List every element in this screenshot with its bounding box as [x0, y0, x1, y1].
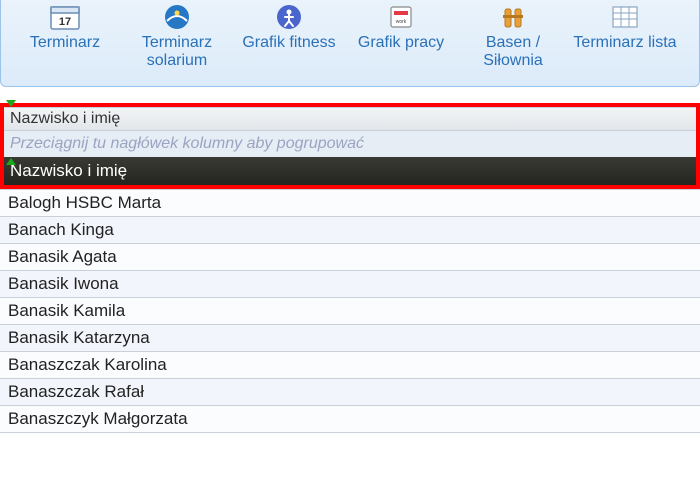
- calendar-icon: 17: [45, 2, 85, 32]
- terminarz-button[interactable]: 17 Terminarz: [9, 0, 121, 78]
- table-row[interactable]: Balogh HSBC Marta: [0, 190, 700, 217]
- cell-name: Banasik Katarzyna: [8, 328, 150, 347]
- table-row[interactable]: Banaszczak Rafał: [0, 379, 700, 406]
- grid-header-highlight: Nazwisko i imię Przeciągnij tu nagłówek …: [0, 103, 700, 189]
- table-row[interactable]: Banaszczyk Małgorzata: [0, 406, 700, 433]
- group-by-hint[interactable]: Przeciągnij tu nagłówek kolumny aby pogr…: [4, 131, 696, 157]
- toolbar-label: Grafik fitness: [237, 34, 341, 72]
- work-icon: work: [381, 2, 421, 32]
- basen-silownia-button[interactable]: Basen / Siłownia: [457, 0, 569, 78]
- table-row[interactable]: Banasik Kamila: [0, 298, 700, 325]
- cell-name: Banaszczyk Małgorzata: [8, 409, 188, 428]
- column-header[interactable]: Nazwisko i imię: [4, 107, 696, 131]
- table-row[interactable]: Banach Kinga: [0, 217, 700, 244]
- cell-name: Banasik Iwona: [8, 274, 119, 293]
- list-icon: [605, 2, 645, 32]
- grafik-pracy-button[interactable]: work Grafik pracy: [345, 0, 457, 78]
- cell-name: Balogh HSBC Marta: [8, 193, 161, 212]
- table-row[interactable]: Banasik Iwona: [0, 271, 700, 298]
- svg-text:work: work: [396, 19, 407, 25]
- toolbar-label: Grafik pracy: [349, 34, 453, 72]
- toolbar-label: Terminarz: [13, 34, 117, 72]
- solarium-icon: [157, 2, 197, 32]
- active-column-header-label: Nazwisko i imię: [10, 161, 127, 180]
- terminarz-solarium-button[interactable]: Terminarz solarium: [121, 0, 233, 78]
- toolbar-label: Terminarz solarium: [125, 34, 229, 72]
- data-grid: Balogh HSBC Marta Banach Kinga Banasik A…: [0, 189, 700, 433]
- cell-name: Banaszczak Rafał: [8, 382, 144, 401]
- svg-text:17: 17: [59, 16, 71, 28]
- table-row[interactable]: Banasik Agata: [0, 244, 700, 271]
- cell-name: Banach Kinga: [8, 220, 114, 239]
- column-header-label: Nazwisko i imię: [10, 110, 120, 127]
- drop-indicator-up-icon: [6, 158, 16, 165]
- toolbar-label: Basen / Siłownia: [461, 34, 565, 72]
- toolbar-label: Terminarz lista: [573, 34, 677, 72]
- cell-name: Banaszczak Karolina: [8, 355, 167, 374]
- grafik-fitness-button[interactable]: Grafik fitness: [233, 0, 345, 78]
- table-row[interactable]: Banasik Katarzyna: [0, 325, 700, 352]
- main-toolbar: 17 Terminarz Terminarz solarium Grafik f…: [0, 0, 700, 87]
- group-by-hint-text: Przeciągnij tu nagłówek kolumny aby pogr…: [10, 135, 364, 152]
- pool-gym-icon: [493, 2, 533, 32]
- fitness-icon: [269, 2, 309, 32]
- drop-indicator-down-icon: [6, 100, 16, 107]
- cell-name: Banasik Agata: [8, 247, 117, 266]
- terminarz-lista-button[interactable]: Terminarz lista: [569, 0, 681, 78]
- table-row[interactable]: Banaszczak Karolina: [0, 352, 700, 379]
- cell-name: Banasik Kamila: [8, 301, 125, 320]
- active-column-header[interactable]: Nazwisko i imię: [4, 157, 696, 185]
